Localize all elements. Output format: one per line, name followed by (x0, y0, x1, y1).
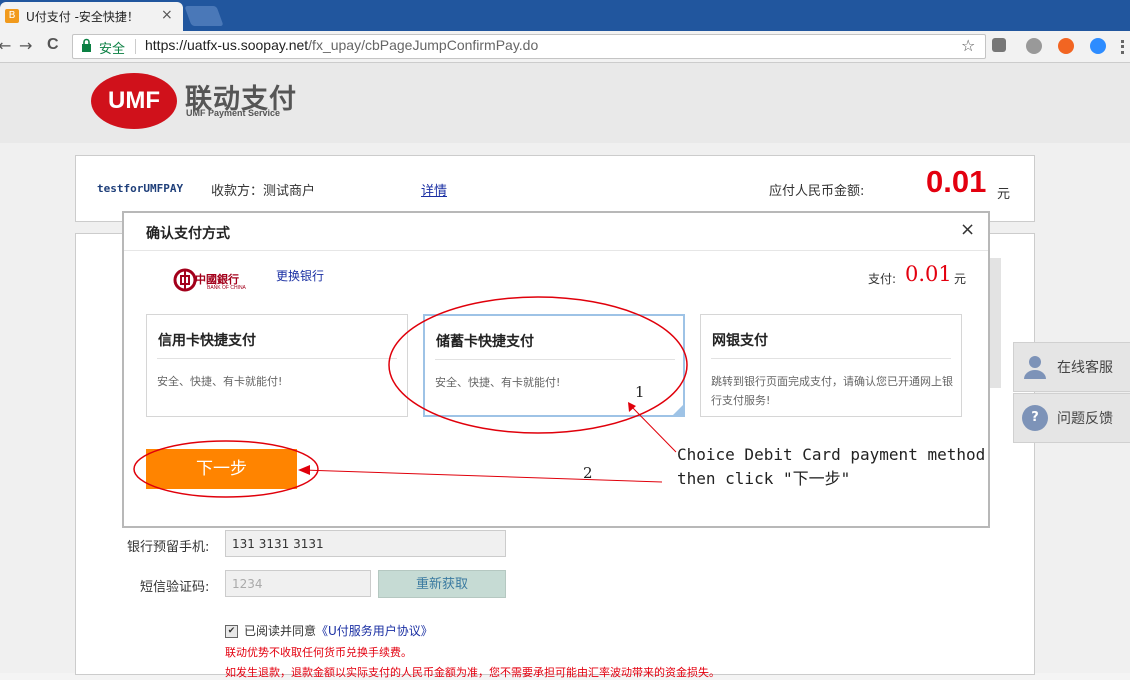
annotation-arrowhead-2 (298, 465, 310, 475)
annotation-ellipse-option (388, 296, 688, 434)
annotation-text-line-2: then click "下一步" (677, 469, 851, 488)
annotation-text-line-1: Choice Debit Card payment method (677, 445, 986, 464)
annotation-arrow-line-2 (302, 469, 663, 483)
annotation-number-2: 2 (583, 464, 593, 482)
annotation-overlay (133, 296, 688, 498)
annotation-arrow-line-1 (629, 404, 677, 453)
annotation-ellipse-button (133, 440, 319, 498)
annotation-number-1: 1 (635, 383, 645, 401)
